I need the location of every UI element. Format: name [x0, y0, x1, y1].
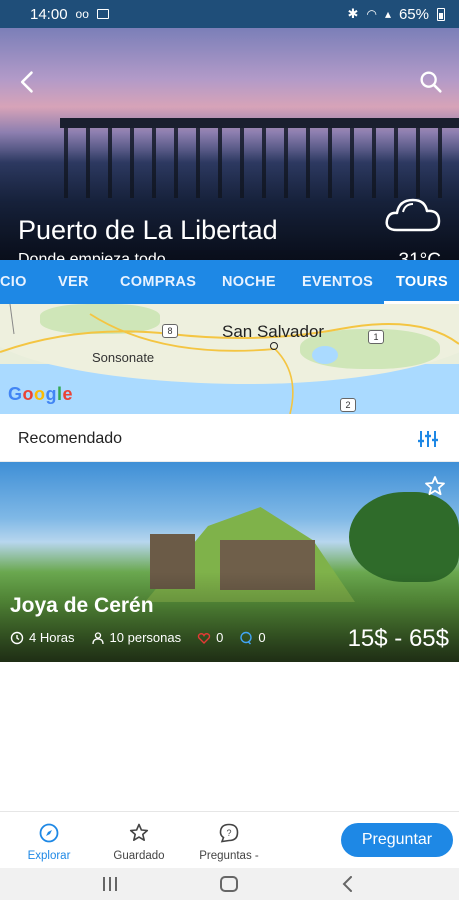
compass-icon	[39, 823, 59, 843]
tour-duration: 4 Horas	[29, 630, 75, 645]
star-icon	[425, 476, 445, 496]
search-icon	[420, 71, 442, 93]
voicemail-icon: oo	[75, 7, 89, 21]
recommended-header: Recomendado	[0, 414, 459, 462]
temperature: 31°C	[399, 250, 441, 260]
nav-label: Guardado	[113, 850, 165, 862]
clock-icon	[10, 631, 24, 644]
bluetooth-icon: ✱	[347, 6, 359, 21]
nav-label: Explorar	[27, 850, 71, 862]
tab-ver[interactable]: VER	[58, 274, 89, 290]
hero-banner: Puerto de La Libertad Donde empieza todo…	[0, 28, 459, 260]
tour-title: Joya de Cerén	[10, 594, 154, 617]
back-nav-icon[interactable]	[340, 876, 356, 892]
map-label-sonsonate: Sonsonate	[92, 350, 155, 365]
nav-preguntas[interactable]: ? Preguntas -	[194, 822, 264, 862]
map-view[interactable]: 8 1 2 San Salvador Sonsonate Google	[0, 304, 459, 414]
tour-meta: 4 Horas 10 personas 0 0	[10, 630, 282, 645]
comment-icon	[240, 631, 253, 644]
question-bubble-icon: ?	[219, 823, 239, 843]
battery-percent: 65%	[398, 5, 429, 23]
person-icon	[91, 631, 104, 644]
system-navigation-bar	[0, 868, 459, 900]
svg-text:?: ?	[226, 828, 231, 838]
place-subtitle: Donde empieza todo	[18, 251, 166, 260]
google-logo: Google	[8, 384, 74, 404]
category-tabs: CIO VER COMPRAS NOCHE EVENTOS TOURS	[0, 260, 459, 304]
tab-inicio[interactable]: CIO	[0, 274, 27, 290]
star-outline-icon	[129, 823, 149, 841]
road-shield: 2	[340, 398, 356, 412]
home-icon[interactable]	[219, 876, 239, 892]
status-time: 14:00	[30, 5, 68, 23]
likes-count: 0	[216, 630, 224, 645]
tab-compras[interactable]: COMPRAS	[120, 274, 196, 290]
road-shield: 1	[368, 330, 384, 344]
wifi-icon: ◠	[366, 7, 377, 21]
heart-icon	[197, 632, 211, 644]
tour-card[interactable]: Joya de Cerén 4 Horas 10 personas 0 0 15…	[0, 462, 459, 662]
recent-apps-icon[interactable]	[100, 876, 120, 892]
nav-label: Preguntas -	[199, 850, 259, 862]
signal-icon: ▴	[384, 7, 391, 21]
battery-icon	[437, 7, 445, 21]
tab-noche[interactable]: NOCHE	[222, 274, 276, 290]
filter-button[interactable]	[417, 428, 439, 450]
chevron-left-icon	[20, 71, 33, 93]
section-title: Recomendado	[18, 430, 123, 447]
cloud-icon	[385, 198, 441, 232]
comments-count: 0	[258, 630, 266, 645]
tour-capacity: 10 personas	[109, 630, 182, 645]
ask-button[interactable]: Preguntar	[341, 823, 453, 857]
pier-image	[60, 118, 459, 128]
place-title: Puerto de La Libertad	[18, 215, 278, 245]
bottom-navigation: Explorar Guardado ? Preguntas - Pregunta…	[0, 811, 459, 868]
city-marker-icon	[270, 342, 278, 350]
search-button[interactable]	[417, 68, 445, 96]
map-label-san-salvador: San Salvador	[222, 322, 325, 341]
tab-eventos[interactable]: EVENTOS	[302, 274, 373, 290]
nav-guardado[interactable]: Guardado	[104, 822, 174, 862]
sliders-icon	[418, 431, 438, 447]
tour-price: 15$ - 65$	[347, 625, 449, 652]
status-bar: 14:00 oo ✱ ◠ ▴ 65%	[0, 0, 459, 28]
road-shield: 8	[162, 324, 178, 338]
favorite-button[interactable]	[423, 474, 447, 498]
image-icon	[96, 9, 109, 19]
back-button[interactable]	[14, 68, 42, 96]
tab-tours[interactable]: TOURS	[396, 274, 448, 290]
nav-explorar[interactable]: Explorar	[14, 822, 84, 862]
